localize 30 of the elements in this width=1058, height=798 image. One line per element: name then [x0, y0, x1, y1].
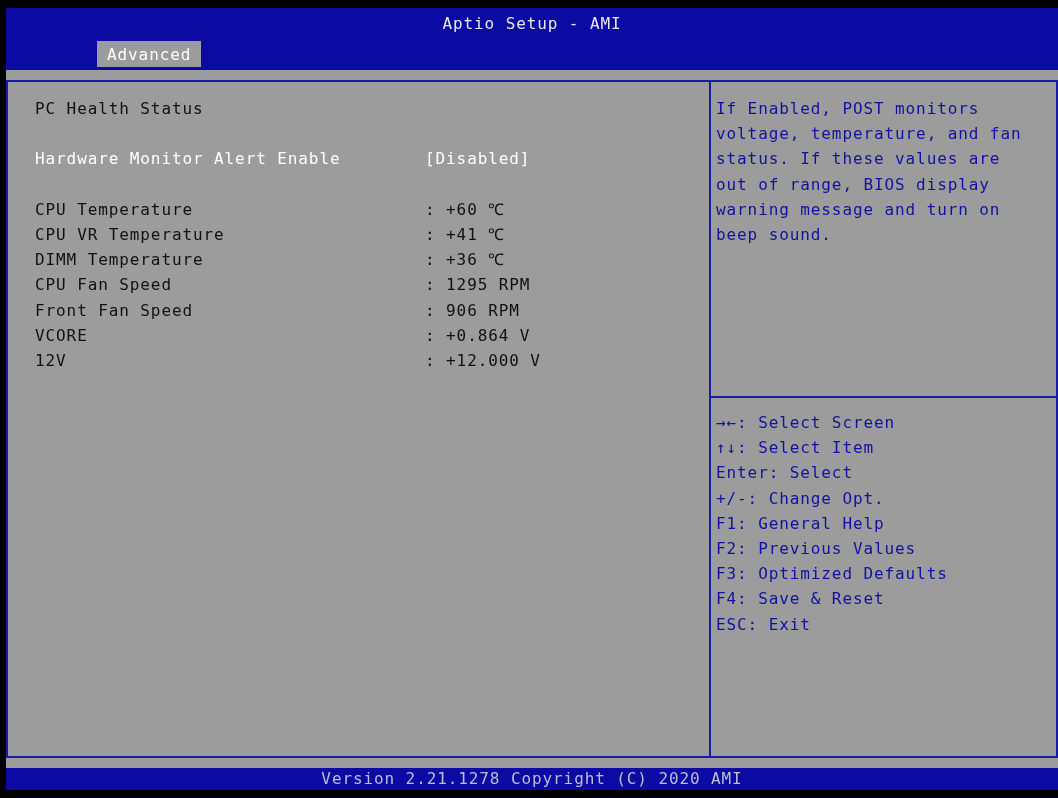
- reading-label: CPU VR Temperature: [35, 223, 226, 246]
- section-title: PC Health Status: [35, 98, 205, 120]
- setting-value[interactable]: [Disabled]: [425, 146, 531, 172]
- reading-value: : 906 RPM: [425, 299, 520, 322]
- reading-label: 12V: [35, 349, 68, 372]
- reading-label: CPU Fan Speed: [35, 274, 173, 297]
- version-text: Version 2.21.1278 Copyright (C) 2020 AMI: [321, 768, 743, 790]
- reading-label: Front Fan Speed: [35, 299, 194, 322]
- reading-value: : +36 ℃: [425, 249, 506, 272]
- key-hint: F2: Previous Values: [716, 537, 918, 560]
- key-hint: +/-: Change Opt.: [716, 487, 886, 510]
- setting-label[interactable]: Hardware Monitor Alert Enable: [35, 146, 425, 172]
- key-hint: Enter: Select: [716, 462, 854, 485]
- tab[interactable]: Advanced: [97, 41, 202, 67]
- reading-value: : +41 ℃: [425, 223, 506, 246]
- key-hint: ↑↓: Select Item: [716, 437, 875, 460]
- reading-value: : 1295 RPM: [425, 274, 531, 297]
- help-text: If Enabled, POST monitors voltage, temperature, and fan status. If these values are out of range, BIOS display warning message and turn on beep sound.: [716, 98, 1023, 246]
- key-hint: ESC: Exit: [716, 613, 812, 636]
- reading-value: : +60 ℃: [425, 198, 506, 221]
- key-hint: F4: Save & Reset: [716, 588, 886, 611]
- window-title: Aptio Setup - AMI: [442, 14, 622, 34]
- key-hint: F3: Optimized Defaults: [716, 563, 949, 586]
- key-hint: →←: Select Screen: [716, 412, 897, 434]
- reading-label: DIMM Temperature: [35, 249, 205, 272]
- key-hint: F1: General Help: [716, 512, 886, 535]
- reading-value: : +0.864 V: [425, 324, 531, 347]
- reading-value: : +12.000 V: [425, 349, 541, 372]
- reading-label: VCORE: [35, 324, 89, 347]
- reading-label: CPU Temperature: [35, 198, 194, 221]
